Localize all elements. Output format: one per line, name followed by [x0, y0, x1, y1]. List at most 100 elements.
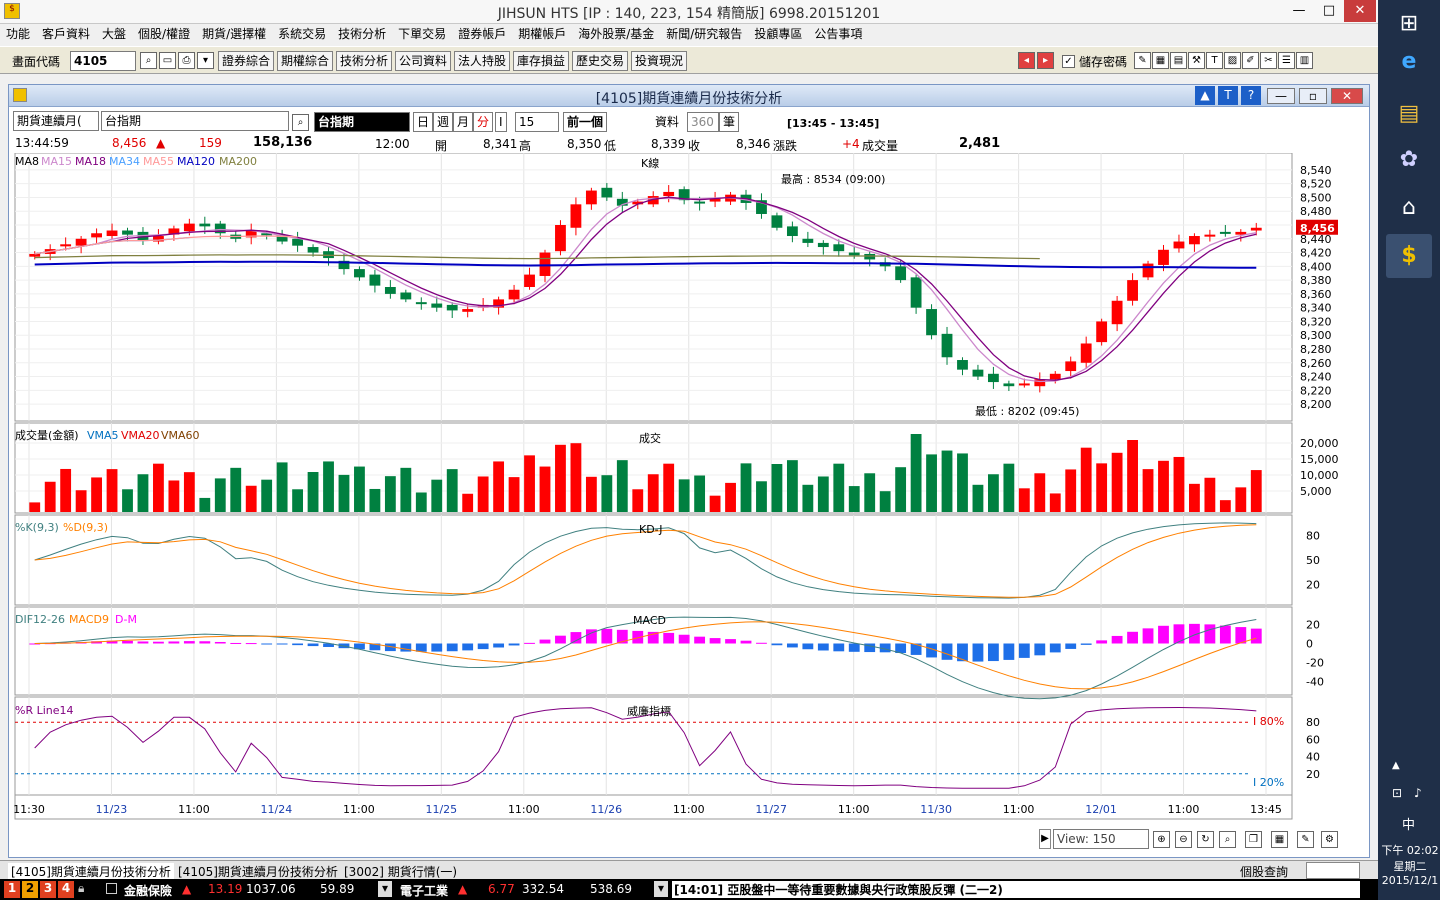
- up-icon[interactable]: ▲: [1195, 86, 1215, 105]
- checkbox-icon[interactable]: ✓: [1062, 55, 1075, 68]
- text-tool-icon[interactable]: T: [1218, 86, 1238, 105]
- data-unit-button[interactable]: 筆: [719, 112, 740, 132]
- macd-bar: [431, 643, 443, 652]
- doc-icon[interactable]: ▤: [1170, 52, 1187, 69]
- menu-item[interactable]: 技術分析: [332, 24, 392, 44]
- lock-icon[interactable]: 🔒︎: [78, 881, 84, 896]
- layers-icon[interactable]: ❐: [1245, 831, 1262, 848]
- menu-item[interactable]: 公告事項: [808, 24, 868, 44]
- ticker-checkbox[interactable]: [106, 883, 117, 894]
- ticker-tab-1[interactable]: 1: [4, 881, 20, 898]
- macd-bar: [1127, 631, 1138, 644]
- product-name[interactable]: 台指期: [101, 111, 289, 131]
- toolbar-button[interactable]: 法人持股: [454, 51, 511, 71]
- close-button[interactable]: ✕: [1344, 0, 1376, 22]
- zoom-in-icon[interactable]: ⊕: [1153, 831, 1170, 848]
- toolbar-button[interactable]: 投資現況: [631, 51, 688, 71]
- toolbar-button[interactable]: 技術分析: [336, 51, 393, 71]
- arrow-left-icon[interactable]: ◂: [1018, 52, 1035, 69]
- menu-item[interactable]: 新聞/研究報告: [660, 24, 748, 44]
- period-day[interactable]: 日: [413, 112, 434, 132]
- menu-item[interactable]: 客戶資料: [36, 24, 96, 44]
- chg-label: 漲跌: [773, 139, 798, 153]
- text-icon[interactable]: T: [1206, 52, 1223, 69]
- print-icon[interactable]: ⎙: [178, 52, 195, 69]
- code-input[interactable]: 4105: [70, 51, 136, 71]
- network-icon[interactable]: ⊡: [1392, 786, 1402, 800]
- toolbar-button[interactable]: 庫存損益: [513, 51, 570, 71]
- menu-item[interactable]: 海外股票/基金: [572, 24, 660, 44]
- menu-item[interactable]: 期權帳戶: [512, 24, 572, 44]
- refresh-icon[interactable]: ↻: [1197, 831, 1214, 848]
- view-box[interactable]: View: 150: [1053, 829, 1149, 849]
- explorer-icon[interactable]: ▤: [1386, 92, 1432, 136]
- help-icon[interactable]: ?: [1241, 86, 1261, 105]
- ime-indicator[interactable]: 中: [1402, 814, 1415, 833]
- chart-icon[interactable]: ▨: [1224, 52, 1241, 69]
- toolbar-button[interactable]: 證券綜合: [218, 51, 275, 71]
- inner-restore-icon[interactable]: ▫: [1299, 88, 1327, 104]
- toolbar-button[interactable]: 期權綜合: [277, 51, 334, 71]
- ie-icon[interactable]: e: [1386, 40, 1432, 84]
- ticker-tab-3[interactable]: 3: [40, 881, 56, 898]
- data-count[interactable]: 360: [687, 112, 719, 132]
- pen-icon[interactable]: ✎: [1134, 52, 1151, 69]
- chevron-up-icon[interactable]: ▲: [1392, 760, 1400, 771]
- arrow-right-icon[interactable]: ▸: [1037, 52, 1054, 69]
- period-tick[interactable]: I: [495, 112, 507, 132]
- magnifier-icon[interactable]: ⌕: [292, 114, 309, 131]
- tab-3[interactable]: [3002] 期貨行情(一): [344, 863, 457, 880]
- home-icon[interactable]: ⌂: [1386, 186, 1432, 230]
- toolbar-button[interactable]: 歷史交易: [572, 51, 629, 71]
- volume-icon[interactable]: ♪: [1414, 786, 1422, 800]
- table-icon[interactable]: ▥: [1296, 52, 1313, 69]
- search-icon[interactable]: ⌕: [140, 52, 157, 69]
- inner-close-icon[interactable]: ✕: [1331, 88, 1363, 104]
- inner-minimize-icon[interactable]: —: [1267, 88, 1295, 104]
- prev-button[interactable]: 前一個: [563, 112, 608, 132]
- sector-1-dropdown-icon[interactable]: ▾: [378, 881, 392, 897]
- sector-2-dropdown-icon[interactable]: ▾: [654, 881, 668, 897]
- menu-item[interactable]: 系統交易: [272, 24, 332, 44]
- minute-select[interactable]: 15: [515, 112, 559, 132]
- dropdown-icon[interactable]: ▾: [197, 52, 214, 69]
- candle-body: [122, 230, 133, 235]
- stock-query-input[interactable]: [1306, 862, 1360, 879]
- candle-body: [431, 303, 443, 308]
- menu-item[interactable]: 個股/權證: [132, 24, 196, 44]
- maximize-button[interactable]: □: [1314, 0, 1344, 22]
- scroll-right-button[interactable]: ▶: [1039, 829, 1051, 849]
- period-month[interactable]: 月: [453, 112, 474, 132]
- toolbar-button[interactable]: 公司資料: [395, 51, 452, 71]
- jihsun-app-icon[interactable]: $: [1386, 234, 1432, 278]
- zoom-out-icon[interactable]: ⊖: [1175, 831, 1192, 848]
- list-icon[interactable]: ☰: [1278, 52, 1295, 69]
- ticker-tab-2[interactable]: 2: [22, 881, 38, 898]
- settings-icon[interactable]: ⚙: [1321, 831, 1338, 848]
- menu-item[interactable]: 大盤: [96, 24, 132, 44]
- grid-icon[interactable]: ▦: [1152, 52, 1169, 69]
- news-headline[interactable]: [14:01] 亞股盤中一等待重要數據與央行政策股反彈 (二一2): [672, 881, 1360, 898]
- scissors-icon[interactable]: ✂: [1260, 52, 1277, 69]
- draw-icon[interactable]: ✎: [1297, 831, 1314, 848]
- window-icon[interactable]: ▭: [159, 52, 176, 69]
- macd-bar: [709, 638, 721, 644]
- brush-icon[interactable]: ✐: [1242, 52, 1259, 69]
- price-tick-label: 8,300: [1300, 329, 1332, 342]
- ticker-tab-4[interactable]: 4: [58, 881, 74, 898]
- period-week[interactable]: 週: [433, 112, 454, 132]
- paint-icon[interactable]: ✿: [1386, 138, 1432, 182]
- menu-item[interactable]: 證券帳戶: [452, 24, 512, 44]
- menu-item[interactable]: 功能: [0, 24, 36, 44]
- minimize-button[interactable]: —: [1284, 0, 1314, 22]
- menu-item[interactable]: 期貨/選擇權: [196, 24, 272, 44]
- search-tool-icon[interactable]: ⌕: [1219, 831, 1236, 848]
- tab-1[interactable]: [4105]期貨連續月份技術分析: [8, 863, 174, 880]
- tab-2[interactable]: [4105]期貨連續月份技術分析: [178, 863, 338, 880]
- tool-icon[interactable]: ⚒: [1188, 52, 1205, 69]
- menu-item[interactable]: 下單交易: [392, 24, 452, 44]
- period-minute[interactable]: 分: [473, 112, 494, 132]
- product-select[interactable]: 期貨連續月(: [13, 111, 99, 131]
- menu-item[interactable]: 投顧專區: [748, 24, 808, 44]
- table-tool-icon[interactable]: ▦: [1271, 831, 1288, 848]
